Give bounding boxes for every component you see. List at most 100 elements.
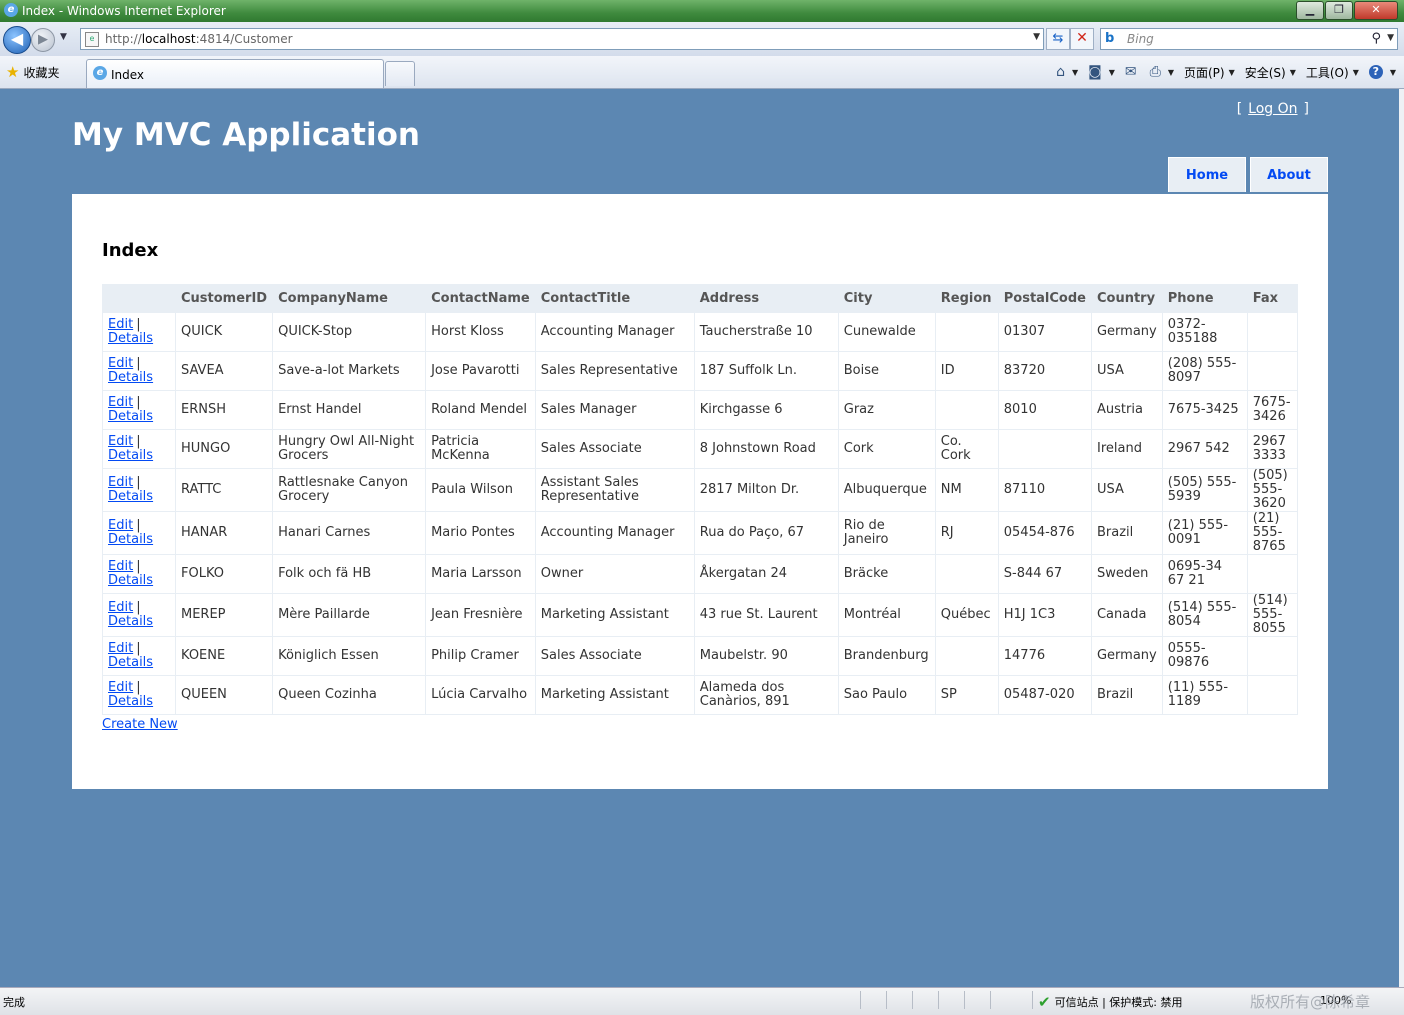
cell-contact-name: Philip Cramer: [425, 636, 536, 676]
cell-customer-id: FOLKO: [174, 554, 274, 594]
forward-button[interactable]: ▶: [31, 28, 55, 52]
refresh-button[interactable]: ⇆: [1046, 28, 1070, 50]
edit-link[interactable]: Edit: [108, 434, 133, 449]
row-actions: Edit | Details: [102, 511, 176, 555]
cell-region: SP: [934, 675, 999, 715]
details-link[interactable]: Details: [108, 409, 153, 424]
security-zone[interactable]: ✔ 可信站点 | 保护模式: 禁用: [1038, 993, 1182, 1011]
link-separator: |: [136, 395, 141, 410]
edit-link[interactable]: Edit: [108, 356, 133, 371]
print-command[interactable]: ⎙ ▼: [1150, 64, 1174, 80]
search-dropdown-icon[interactable]: ▼: [1387, 33, 1394, 43]
menu-item-home[interactable]: Home: [1168, 157, 1246, 192]
edit-link[interactable]: Edit: [108, 317, 133, 332]
page-menu[interactable]: 页面(P) ▼: [1184, 64, 1235, 81]
cell-phone: (208) 555-8097: [1161, 351, 1248, 391]
back-button[interactable]: ◀: [3, 26, 31, 54]
minimize-button[interactable]: ▁: [1296, 1, 1324, 20]
close-button[interactable]: ✕: [1354, 1, 1398, 20]
edit-link[interactable]: Edit: [108, 680, 133, 695]
status-divider: [860, 991, 861, 1009]
details-link[interactable]: Details: [108, 573, 153, 588]
watermark: 版权所有@陈希章: [1250, 993, 1371, 1011]
status-divider: [938, 991, 939, 1009]
mail-command[interactable]: ✉: [1125, 64, 1140, 80]
cell-city: Sao Paulo: [837, 675, 936, 715]
search-icon[interactable]: ⚲: [1371, 31, 1381, 46]
details-link[interactable]: Details: [108, 532, 153, 547]
cell-postal-code: 05454-876: [997, 511, 1092, 555]
cell-address: 187 Suffolk Ln.: [693, 351, 839, 391]
edit-link[interactable]: Edit: [108, 559, 133, 574]
table-row: Edit | Details RATTC Rattlesnake Canyon Groc…: [102, 468, 1299, 512]
cell-contact-name: Patricia McKenna: [425, 429, 536, 469]
cell-customer-id: HANAR: [174, 511, 274, 555]
details-link[interactable]: Details: [108, 489, 153, 504]
details-link[interactable]: Details: [108, 655, 153, 670]
cell-contact-title: Assistant Sales Representative: [534, 468, 695, 512]
details-link[interactable]: Details: [108, 370, 153, 385]
chevron-down-icon: ▼: [1352, 67, 1359, 77]
address-toolbar: ◀ ▶ ▼ e http://localhost:4814/Customer ▼…: [0, 22, 1404, 56]
table-row: Edit | Details HUNGO Hungry Owl All-Night Gr…: [102, 429, 1299, 469]
cell-company-name: Mère Paillarde: [272, 593, 427, 637]
log-on-link[interactable]: Log On: [1248, 101, 1297, 117]
cell-postal-code: 87110: [997, 468, 1092, 512]
column-header: ContactName: [425, 284, 536, 313]
search-field[interactable]: b Bing ⚲ ▼: [1100, 28, 1398, 50]
url-field[interactable]: e http://localhost:4814/Customer ▼: [80, 28, 1044, 50]
window-title: Index - Windows Internet Explorer: [22, 4, 226, 18]
edit-link[interactable]: Edit: [108, 518, 133, 533]
edit-link[interactable]: Edit: [108, 475, 133, 490]
url-dropdown-icon[interactable]: ▼: [1033, 32, 1040, 42]
new-tab-button[interactable]: [385, 61, 415, 86]
main-menu: Home About: [1168, 157, 1328, 192]
create-new-link[interactable]: Create New: [102, 717, 178, 732]
details-link[interactable]: Details: [108, 448, 153, 463]
cell-country: Canada: [1090, 593, 1163, 637]
edit-link[interactable]: Edit: [108, 395, 133, 410]
table-row: Edit | Details HANAR Hanari Carnes Mario Pont…: [102, 511, 1299, 555]
tab-index[interactable]: e Index: [86, 59, 384, 88]
edit-link[interactable]: Edit: [108, 600, 133, 615]
cell-company-name: Rattlesnake Canyon Grocery: [272, 468, 427, 512]
help-menu[interactable]: ? ▼: [1368, 65, 1396, 79]
cell-fax: [1246, 312, 1299, 352]
cell-customer-id: KOENE: [174, 636, 274, 676]
window-controls: ▁ ❐ ✕: [1295, 1, 1398, 20]
table-header-row: CustomerID CompanyName ContactName Conta…: [102, 284, 1299, 313]
stop-button[interactable]: ✕: [1070, 28, 1094, 50]
cell-region: ID: [934, 351, 999, 391]
home-command[interactable]: ⌂ ▼: [1056, 64, 1078, 80]
menu-item-about[interactable]: About: [1250, 157, 1328, 192]
rss-icon: ◙: [1088, 64, 1102, 80]
chevron-down-icon: ▼: [1167, 67, 1174, 77]
cell-region: Co. Cork: [934, 429, 999, 469]
link-separator: |: [136, 434, 141, 449]
cell-phone: 7675-3425: [1161, 390, 1248, 430]
edit-link[interactable]: Edit: [108, 641, 133, 656]
details-link[interactable]: Details: [108, 614, 153, 629]
details-link[interactable]: Details: [108, 694, 153, 709]
recent-pages-dropdown[interactable]: ▼: [60, 32, 67, 42]
home-icon: ⌂: [1056, 64, 1065, 80]
help-icon: ?: [1368, 65, 1383, 79]
feeds-command[interactable]: ◙ ▼: [1088, 64, 1115, 80]
cell-city: Cunewalde: [837, 312, 936, 352]
cell-contact-name: Lúcia Carvalho: [425, 675, 536, 715]
cell-contact-title: Sales Manager: [534, 390, 695, 430]
details-link[interactable]: Details: [108, 331, 153, 346]
cell-phone: 2967 542: [1161, 429, 1248, 469]
safety-menu[interactable]: 安全(S) ▼: [1245, 64, 1296, 81]
status-divider: [1032, 991, 1033, 1009]
cell-country: Germany: [1090, 636, 1163, 676]
maximize-button[interactable]: ❐: [1325, 1, 1353, 20]
tools-menu[interactable]: 工具(O) ▼: [1306, 64, 1359, 81]
chevron-down-icon: ▼: [1071, 67, 1079, 77]
column-header: PostalCode: [997, 284, 1092, 313]
cell-region: [934, 554, 999, 594]
cell-contact-title: Sales Associate: [534, 429, 695, 469]
column-header: Region: [934, 284, 999, 313]
favorites-button[interactable]: ★ 收藏夹: [6, 63, 59, 81]
cell-contact-title: Sales Representative: [534, 351, 695, 391]
